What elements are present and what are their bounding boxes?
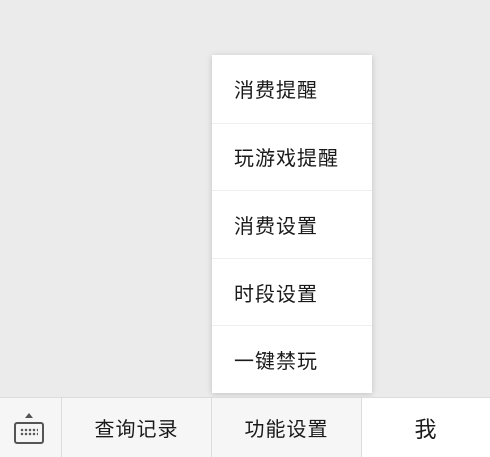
keyboard-toggle-button[interactable]: [0, 398, 62, 457]
function-settings-popup-menu: 消费提醒 玩游戏提醒 消费设置 时段设置 一键禁玩: [212, 55, 372, 393]
chevron-up-icon: [25, 413, 33, 418]
tab-function-settings[interactable]: 功能设置: [212, 398, 362, 457]
tab-query-records[interactable]: 查询记录: [62, 398, 212, 457]
menu-item-consumption-reminder[interactable]: 消费提醒: [212, 55, 372, 123]
menu-item-gaming-reminder[interactable]: 玩游戏提醒: [212, 122, 372, 191]
menu-item-consumption-settings[interactable]: 消费设置: [212, 190, 372, 258]
menu-item-one-click-ban[interactable]: 一键禁玩: [212, 325, 372, 393]
menu-item-time-period-settings[interactable]: 时段设置: [212, 257, 372, 326]
keyboard-icon: [14, 422, 44, 444]
tab-me[interactable]: 我: [362, 398, 490, 457]
bottom-menu-bar: 查询记录 功能设置 我: [0, 397, 490, 457]
